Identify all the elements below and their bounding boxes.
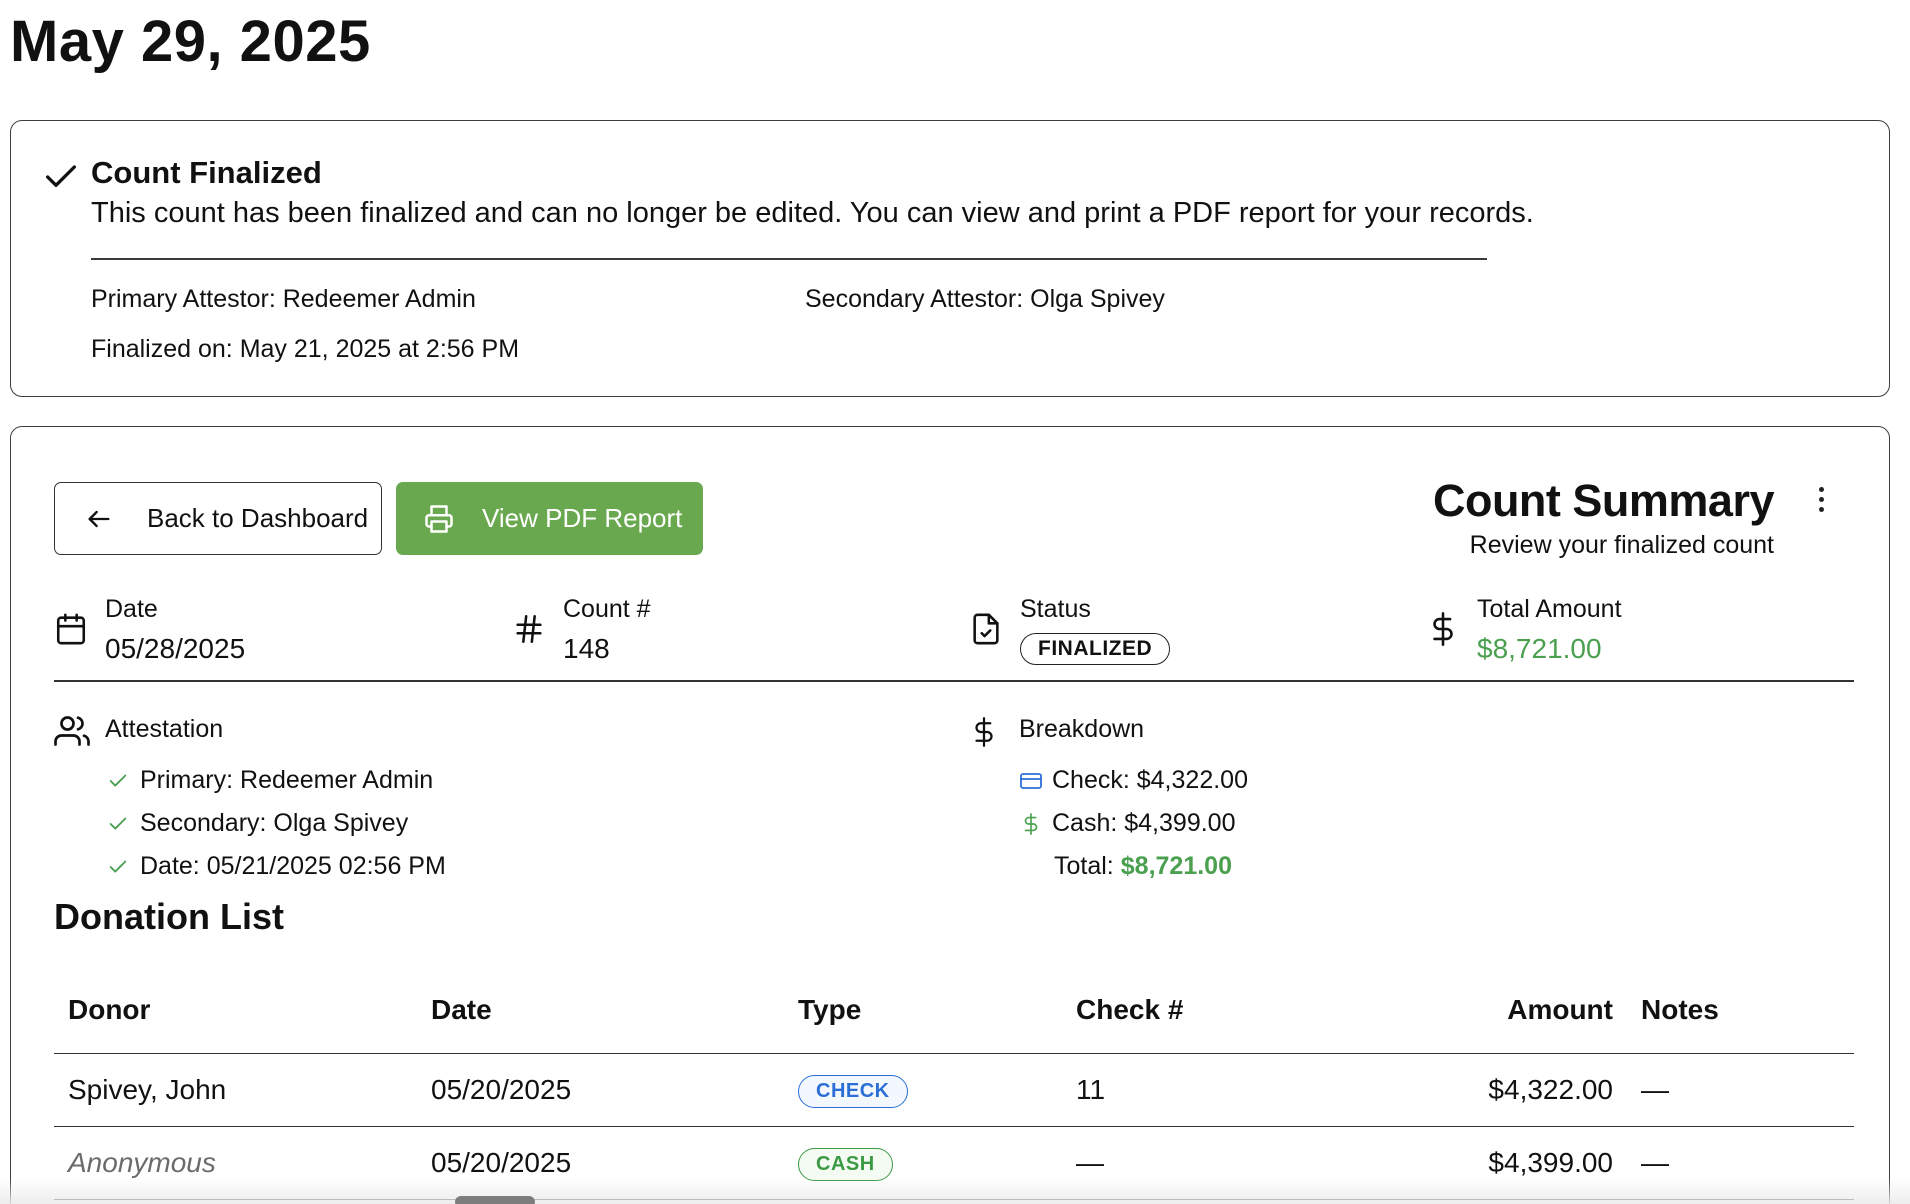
attestation-secondary: Secondary: Olga Spivey [107,802,446,845]
check-icon [109,817,127,829]
check-icon [46,165,77,187]
breakdown-total: Total: $8,721.00 [1019,845,1248,888]
column-header-amount[interactable]: Amount [1368,967,1627,1054]
breakdown-cash-text: Cash: $4,399.00 [1052,809,1236,837]
column-header-type[interactable]: Type [784,967,1062,1054]
cell-date: 05/20/2025 [417,1053,784,1127]
notice-title: Count Finalized [91,155,322,190]
file-check-icon [973,613,999,645]
cell-type: CHECK [784,1053,1062,1127]
secondary-attestor: Secondary Attestor: Olga Spivey [805,285,1165,313]
attestation-label: Secondary: [140,809,267,837]
attestation-primary: Primary: Redeemer Admin [107,759,446,802]
check-icon [109,860,127,872]
bottom-fade [0,1178,1910,1204]
breakdown-list: Check: $4,322.00 Cash: $4,399.00 Total: … [1019,759,1248,888]
column-header-notes[interactable]: Notes [1627,967,1854,1054]
count-value: 148 [563,633,610,664]
donation-list-title: Donation List [54,896,284,937]
table-header-row: Donor Date Type Check # Amount Notes [54,967,1854,1054]
breakdown-total-value: $8,721.00 [1120,852,1232,880]
stats-divider [54,680,1854,682]
hash-icon [516,614,542,644]
attestation-heading: Attestation [105,715,224,743]
status-label: Status [1020,595,1091,623]
cell-check-no: 11 [1062,1053,1368,1127]
column-header-donor[interactable]: Donor [54,967,417,1054]
status-badge: FINALIZED [1020,633,1171,665]
breakdown-heading: Breakdown [1019,715,1145,743]
breakdown-cash: Cash: $4,399.00 [1019,802,1248,845]
column-header-date[interactable]: Date [417,967,784,1054]
cell-donor: Spivey, John [54,1053,417,1127]
summary-title: Count Summary [1432,475,1775,526]
dollar-icon [975,717,993,747]
check-icon [109,774,127,786]
notice-divider [91,258,1487,260]
attestation-label: Date: [140,852,200,880]
credit-card-icon [1020,772,1042,789]
attestation-list: Primary: Redeemer Admin Secondary: Olga … [107,759,446,888]
finalized-on: Finalized on: May 21, 2025 at 2:56 PM [91,335,520,363]
attestation-value: Olga Spivey [273,809,409,837]
primary-attestor: Primary Attestor: Redeemer Admin [91,285,476,313]
dollar-icon [1433,612,1453,646]
column-header-check-no[interactable]: Check # [1062,967,1368,1054]
attestation-value: Redeemer Admin [240,766,434,794]
total-label: Total Amount [1477,595,1622,623]
type-badge: CHECK [798,1074,908,1108]
attestation-value: 05/21/2025 02:56 PM [206,852,446,880]
count-label: Count # [563,595,651,623]
back-button-label: Back to Dashboard [147,503,369,533]
breakdown-check: Check: $4,322.00 [1019,759,1248,802]
date-label: Date [105,595,158,623]
back-to-dashboard-button[interactable]: Back to Dashboard [54,482,382,555]
breakdown-check-text: Check: $4,322.00 [1052,766,1248,794]
printer-icon [425,504,453,533]
dollar-icon [1024,812,1038,835]
attestation-label: Primary: [140,766,234,794]
horizontal-scrollbar[interactable] [455,1196,535,1204]
summary-subtitle: Review your finalized count [1469,531,1774,559]
cell-amount: $4,322.00 [1368,1053,1627,1127]
notice-text: This count has been finalized and can no… [91,197,1534,229]
total-value: $8,721.00 [1477,633,1602,664]
more-vertical-icon[interactable] [1815,487,1827,519]
donation-table: Donor Date Type Check # Amount Notes Spi… [54,967,1854,1200]
attestation-date: Date: 05/21/2025 02:56 PM [107,845,446,888]
breakdown-total-label: Total: [1054,852,1114,880]
type-badge: CASH [798,1147,893,1181]
table-row[interactable]: Spivey, John 05/20/2025 CHECK 11 $4,322.… [54,1053,1854,1127]
calendar-icon [56,613,86,645]
cell-notes: — [1627,1053,1854,1127]
arrow-left-icon [88,510,110,527]
users-icon [54,716,90,746]
view-pdf-report-button[interactable]: View PDF Report [396,482,703,555]
page-title: May 29, 2025 [10,9,371,74]
finalized-notice: Count Finalized This count has been fina… [10,120,1890,397]
count-summary-card: Back to Dashboard View PDF Report Count … [10,426,1890,1204]
pdf-button-label: View PDF Report [482,503,683,533]
date-value: 05/28/2025 [105,633,246,664]
